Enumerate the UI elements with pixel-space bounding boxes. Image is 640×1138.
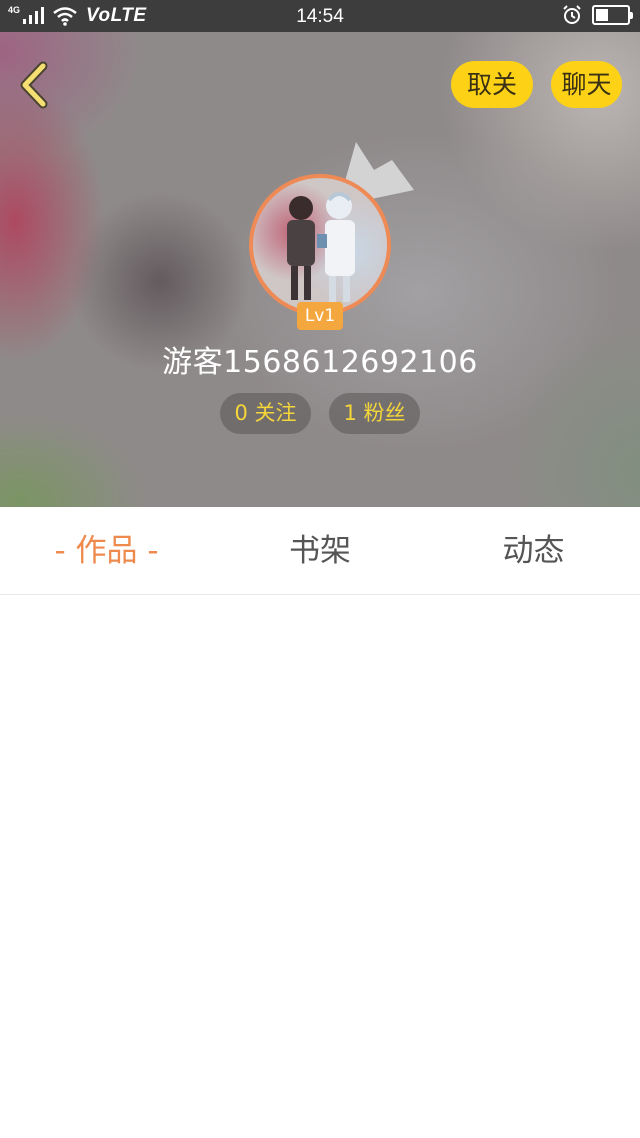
fans-count[interactable]: 1 粉丝 — [329, 393, 420, 434]
level-badge: Lv1 — [297, 302, 343, 330]
back-button[interactable] — [16, 60, 56, 110]
following-count[interactable]: 0 关注 — [220, 393, 311, 434]
status-right — [562, 5, 633, 25]
unfollow-button[interactable]: 取关 — [451, 61, 533, 108]
avatar[interactable] — [249, 174, 391, 316]
tab-bar: - 作品 - 书架 动态 — [0, 507, 640, 595]
chat-button[interactable]: 聊天 — [551, 61, 622, 108]
tab-content-area — [0, 596, 640, 1138]
tab-works[interactable]: - 作品 - — [0, 507, 213, 595]
profile-header: 取关 聊天 Lv1 游客1568612692106 0 关注 1 粉丝 — [0, 32, 640, 507]
clock: 14:54 — [296, 6, 344, 27]
username: 游客1568612692106 — [162, 345, 478, 380]
chevron-left-icon — [20, 61, 48, 109]
alarm-icon — [563, 5, 581, 24]
tab-bookshelf[interactable]: 书架 — [213, 507, 427, 595]
avatar-illustration — [287, 192, 355, 302]
tab-activity[interactable]: 动态 — [427, 507, 640, 595]
battery-fill — [596, 9, 608, 21]
battery-icon — [592, 5, 633, 25]
status-bar: 4G VoLTE 14:54 — [0, 0, 640, 32]
